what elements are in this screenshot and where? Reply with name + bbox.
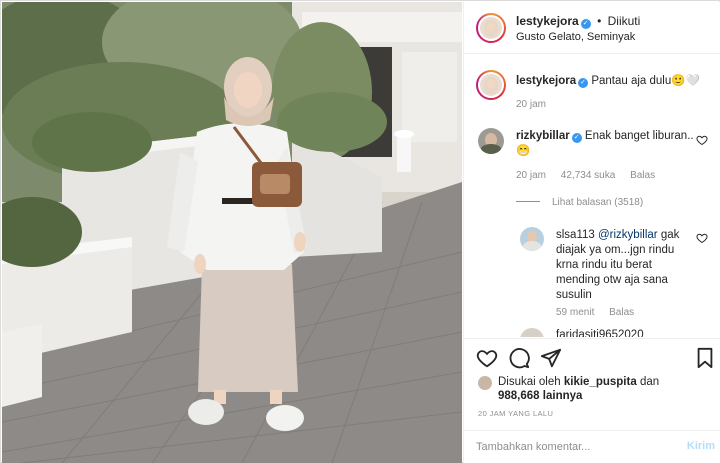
commenter-avatar[interactable] <box>478 128 504 154</box>
post-comment-button[interactable]: Kirim <box>687 440 715 452</box>
replies-divider <box>516 201 540 202</box>
comment-time[interactable]: 20 jam <box>516 170 546 181</box>
liker-avatar[interactable] <box>478 376 492 390</box>
instagram-post-window: lestykejora ✓ • Diikuti Gusto Gelato, Sem… <box>0 0 720 463</box>
view-replies-label: Lihat balasan (3518) <box>552 197 644 208</box>
bookmark-icon[interactable] <box>694 347 716 369</box>
reply-button[interactable]: Balas <box>609 307 634 318</box>
comment-emoji: 😁 <box>516 145 531 157</box>
reply-username[interactable]: slsa113 <box>556 229 595 241</box>
caption: lestykejora ✓ Pantau aja dulu🙂🤍 <box>516 74 711 89</box>
author-avatar[interactable] <box>476 13 506 43</box>
comment-meta: 20 jam 42,734 suka Balas <box>516 170 667 181</box>
caption-text: Pantau aja dulu🙂🤍 <box>591 75 700 87</box>
post-details-panel: lestykejora ✓ • Diikuti Gusto Gelato, Sem… <box>463 2 720 463</box>
others-count[interactable]: 988,668 <box>498 390 540 402</box>
author-username[interactable]: lestykejora <box>516 14 579 28</box>
others-suffix[interactable]: lainnya <box>543 390 583 402</box>
reply-button[interactable]: Balas <box>630 170 655 181</box>
reply-item: faridasiti9652020 <box>556 328 644 337</box>
reply-author-avatar[interactable] <box>520 227 544 251</box>
comment-text: Enak banget liburan.. <box>584 130 694 142</box>
post-timestamp[interactable]: 20 JAM YANG LALU <box>478 409 553 418</box>
post-actions: Disukai oleh kikie_puspita dan 988,668 l… <box>464 338 720 433</box>
comment-username[interactable]: rizkybillar <box>516 130 570 142</box>
heart-icon[interactable] <box>696 134 708 146</box>
reply-username[interactable]: faridasiti9652020 <box>556 329 644 337</box>
post-header: lestykejora ✓ • Diikuti Gusto Gelato, Sem… <box>464 2 720 54</box>
verified-badge-icon: ✓ <box>578 78 589 88</box>
location-link[interactable]: Gusto Gelato, Seminyak <box>516 31 635 43</box>
reply-meta: 59 menit Balas <box>556 307 646 318</box>
reply-author-avatar[interactable] <box>520 328 544 337</box>
post-photo-illustration <box>2 2 462 463</box>
comments-list[interactable]: lestykejora ✓ Pantau aja dulu🙂🤍 20 jam ri… <box>464 55 720 337</box>
comment-icon[interactable] <box>508 347 530 369</box>
post-photo[interactable] <box>2 2 462 463</box>
verified-badge-icon: ✓ <box>571 133 582 143</box>
add-comment-bar: Kirim <box>464 430 720 463</box>
caption-meta: 20 jam <box>516 99 558 110</box>
likes-prefix: Disukai oleh <box>498 376 561 388</box>
heart-icon[interactable] <box>476 347 498 369</box>
caption-time[interactable]: 20 jam <box>516 99 546 110</box>
reply-mention-link[interactable]: @rizkybillar <box>598 229 658 241</box>
comment-input[interactable] <box>476 439 666 455</box>
comment-item: rizkybillar ✓ Enak banget liburan.. 😁 <box>516 129 694 159</box>
reply-item: slsa113 @rizkybillar gak diajak ya om...… <box>556 228 696 303</box>
separator-dot: • <box>597 14 602 28</box>
reply-text-line: mending otw aja sana <box>556 274 668 286</box>
reply-text-line: gak <box>660 229 680 241</box>
reply-text-line: krna rindu itu berat <box>556 259 652 271</box>
caption-username[interactable]: lestykejora <box>516 75 576 87</box>
liker-username[interactable]: kikie_puspita <box>564 376 637 388</box>
caption-author-avatar[interactable] <box>476 70 506 100</box>
likes-summary: Disukai oleh kikie_puspita dan 988,668 l… <box>498 375 659 403</box>
heart-icon[interactable] <box>696 232 708 244</box>
share-icon[interactable] <box>540 347 562 369</box>
reply-time[interactable]: 59 menit <box>556 307 594 318</box>
verified-badge-icon: ✓ <box>580 19 591 29</box>
likes-connector: dan <box>639 376 660 388</box>
reply-text-line: diajak ya om...jgn rindu <box>556 244 675 256</box>
comment-likes[interactable]: 42,734 suka <box>561 170 616 181</box>
author-line: lestykejora ✓ • Diikuti <box>516 14 640 29</box>
follow-state-button[interactable]: Diikuti <box>608 14 641 28</box>
view-replies-button[interactable]: Lihat balasan (3518) <box>516 197 643 208</box>
reply-text-line: susulin <box>556 289 592 301</box>
